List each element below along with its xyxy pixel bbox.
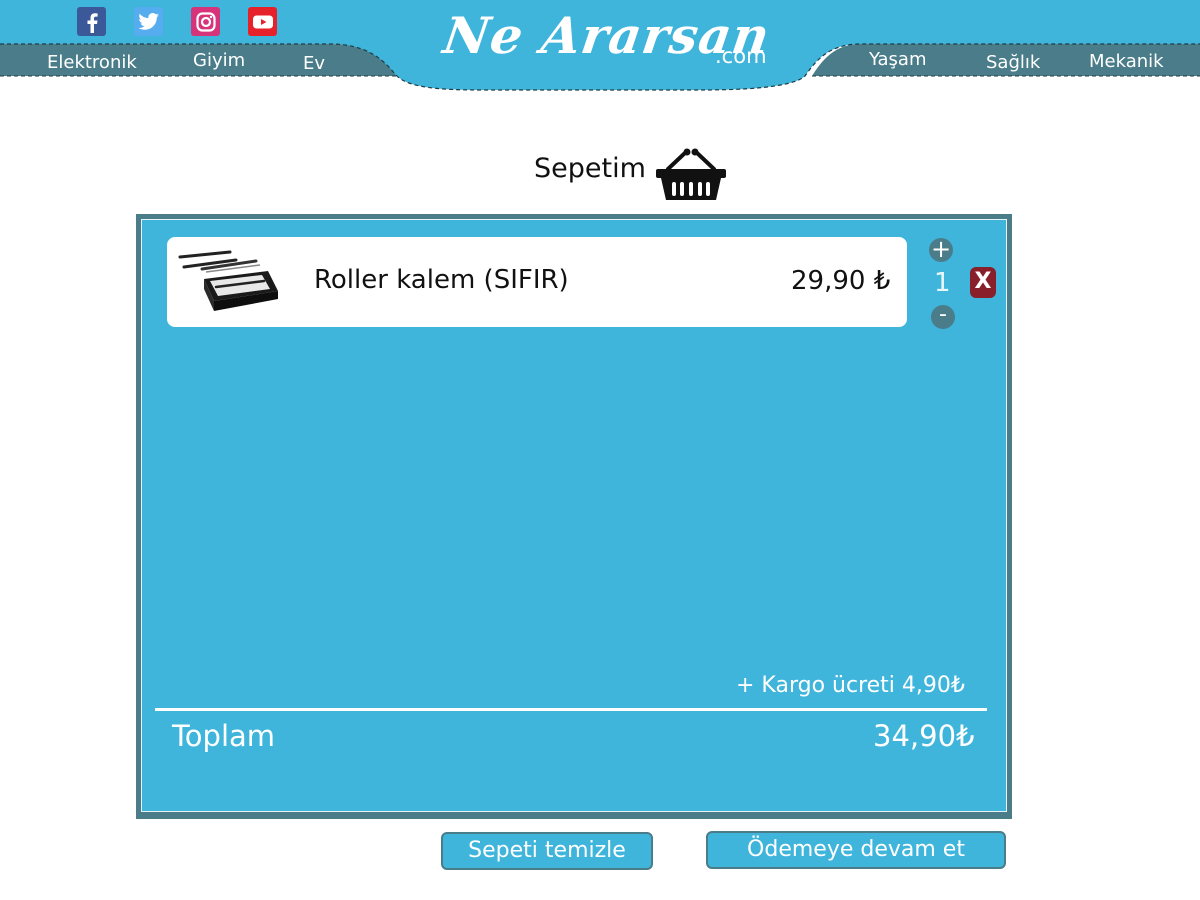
- site-header: Elektronik Giyim Ev Yaşam Sağlık Mekanik…: [0, 0, 1200, 100]
- nav-item-elektronik[interactable]: Elektronik: [47, 52, 137, 73]
- total-divider: [155, 708, 987, 711]
- remove-item-button[interactable]: X: [970, 267, 996, 298]
- nav-item-ev[interactable]: Ev: [303, 53, 325, 74]
- product-image: [178, 250, 278, 311]
- cart-item-name: Roller kalem (SIFIR): [314, 265, 569, 295]
- quantity-decrease-button[interactable]: -: [931, 304, 955, 329]
- facebook-icon[interactable]: [77, 7, 106, 36]
- page-title: Sepetim: [534, 153, 646, 184]
- quantity-increase-button[interactable]: +: [929, 237, 953, 262]
- quantity-value: 1: [934, 268, 951, 298]
- basket-icon: [656, 148, 726, 200]
- checkout-button[interactable]: Ödemeye devam et: [706, 831, 1006, 869]
- cart-item-price: 29,90 ₺: [791, 266, 891, 296]
- total-label: Toplam: [172, 719, 276, 753]
- nav-item-mekanik[interactable]: Mekanik: [1089, 51, 1164, 72]
- youtube-icon[interactable]: [248, 7, 277, 36]
- total-value: 34,90₺: [873, 719, 975, 753]
- nav-item-saglik[interactable]: Sağlık: [986, 52, 1040, 73]
- shipping-fee: + Kargo ücreti 4,90₺: [736, 673, 965, 698]
- site-logo[interactable]: Ne Ararsan .com: [440, 6, 774, 76]
- instagram-icon[interactable]: [191, 7, 220, 36]
- logo-tld-text: .com: [715, 44, 767, 68]
- nav-item-yasam[interactable]: Yaşam: [869, 49, 927, 70]
- nav-item-giyim[interactable]: Giyim: [193, 50, 245, 71]
- clear-cart-button[interactable]: Sepeti temizle: [441, 832, 653, 870]
- twitter-icon[interactable]: [134, 7, 163, 36]
